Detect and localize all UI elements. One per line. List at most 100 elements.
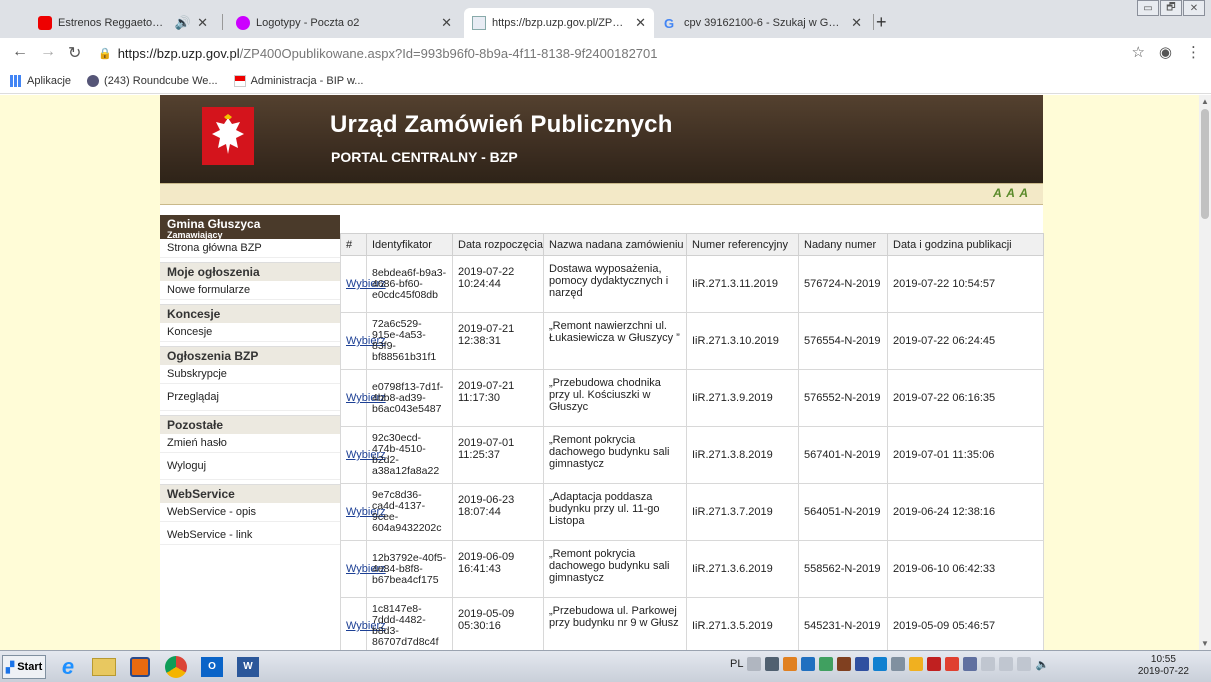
cell-numer-referencyjny: IiR.271.3.7.2019 [686, 483, 799, 541]
bookmark-apps[interactable]: Aplikacje [10, 74, 71, 87]
printer-icon[interactable] [747, 657, 762, 671]
tray-app-icon[interactable] [999, 657, 1014, 671]
wybierz-link[interactable]: Wybierz [340, 597, 386, 650]
page-viewport: Urząd Zamówień Publicznych PORTAL CENTRA… [0, 95, 1199, 650]
tray-app-icon[interactable] [909, 657, 924, 671]
tray-app-icon[interactable] [927, 657, 942, 671]
site-subtitle: PORTAL CENTRALNY - BZP [331, 149, 518, 165]
bookmark-roundcube[interactable]: (243) Roundcube We... [87, 74, 218, 87]
wybierz-link[interactable]: Wybierz [340, 312, 386, 370]
col-header-identyfikator: Identyfikator [366, 233, 453, 256]
speaker-icon[interactable]: 🔊 [175, 15, 191, 31]
outlook-icon[interactable]: O [196, 654, 228, 680]
sidebar-item-zmien-haslo[interactable]: Zmień hasło [160, 434, 340, 453]
cell-identyfikator: 9e7c8d36-ca4d-4137-9cee-604a9432202c [366, 483, 453, 541]
close-icon[interactable]: ✕ [197, 15, 208, 31]
cell-nazwa: „Remont pokrycia dachowego budynku sali … [543, 540, 687, 598]
scroll-down-icon[interactable]: ▼ [1201, 639, 1209, 648]
tray-app-icon[interactable] [783, 657, 798, 671]
cell-numer-referencyjny: IiR.271.3.11.2019 [686, 255, 799, 313]
file-explorer-icon[interactable] [88, 654, 120, 680]
close-icon[interactable]: ✕ [635, 15, 646, 31]
chrome-icon[interactable] [160, 654, 192, 680]
sidebar-item-webservice-link[interactable]: WebService - link [160, 522, 340, 545]
system-clock[interactable]: 10:55 2019-07-22 [1138, 654, 1189, 678]
tray-app-icon[interactable] [765, 657, 780, 671]
sidebar: Gmina Głuszyca Zamawiający Strona główna… [160, 215, 340, 650]
apps-grid-icon [10, 74, 22, 87]
language-indicator[interactable]: PL [730, 658, 743, 670]
cell-nazwa: Dostawa wyposażenia, pomocy dydaktycznyc… [543, 255, 687, 313]
tab-bzp[interactable]: https://bzp.uzp.gov.pl/ZP400Opublikowane… [464, 8, 654, 38]
eagle-icon [212, 114, 244, 154]
polish-eagle-emblem [202, 107, 254, 165]
media-player-icon[interactable] [124, 654, 156, 680]
page-scrollbar[interactable]: ▲ ▼ [1199, 95, 1211, 650]
cell-data-rozpoczecia: 2019-07-01 11:25:37 [452, 426, 544, 484]
start-button[interactable]: ▞ Start [2, 655, 46, 679]
cell-nazwa: „Przebudowa chodnika przy ul. Kościuszki… [543, 369, 687, 427]
tray-app-icon[interactable] [963, 657, 978, 671]
table-row: Wybierz 9e7c8d36-ca4d-4137-9cee-604a9432… [340, 483, 1044, 541]
tray-app-icon[interactable] [837, 657, 852, 671]
forward-icon[interactable]: → [40, 43, 56, 61]
tray-app-icon[interactable] [855, 657, 870, 671]
wybierz-link[interactable]: Wybierz [340, 483, 386, 541]
sidebar-item-home[interactable]: Strona główna BZP [160, 239, 340, 258]
cell-numer-referencyjny: IiR.271.3.6.2019 [686, 540, 799, 598]
wybierz-link[interactable]: Wybierz [340, 426, 386, 484]
wybierz-link[interactable]: Wybierz [340, 540, 386, 598]
close-icon[interactable]: ✕ [851, 15, 862, 31]
table-row: Wybierz 8ebdea6f-b9a3-4686-bf60-e0cdc45f… [340, 255, 1044, 313]
restore-button[interactable]: 🗗 [1160, 0, 1182, 16]
bookmark-bip[interactable]: Administracja - BIP w... [233, 74, 363, 87]
window-controls: ▭ 🗗 ✕ [1137, 0, 1205, 16]
sidebar-item-przegladaj[interactable]: Przeglądaj [160, 384, 340, 411]
word-icon[interactable]: W [232, 654, 264, 680]
tab-google[interactable]: G cpv 39162100-6 - Szukaj w Google ✕ [656, 8, 870, 38]
volume-icon[interactable]: 🔈 [1035, 658, 1049, 671]
roundcube-icon [87, 74, 100, 87]
cell-data-publikacji: 2019-07-22 06:16:35 [887, 369, 1044, 427]
sidebar-item-webservice-opis[interactable]: WebService - opis [160, 503, 340, 522]
wybierz-link[interactable]: Wybierz [340, 255, 386, 313]
close-window-button[interactable]: ✕ [1183, 0, 1205, 16]
internet-explorer-icon[interactable]: e [52, 654, 84, 680]
font-size-toggle[interactable]: A A A [993, 186, 1029, 200]
tab-logotypy[interactable]: Logotypy - Poczta o2 ✕ [228, 8, 460, 38]
back-icon[interactable]: ← [12, 43, 28, 61]
google-icon: G [664, 16, 675, 31]
sidebar-item-wyloguj[interactable]: Wyloguj [160, 453, 340, 480]
cell-nadany-numer: 576552-N-2019 [798, 369, 888, 427]
tab-reggaeton[interactable]: Estrenos Reggaeton y Música Urbana 🔊 ✕ [30, 8, 216, 38]
scrollbar-thumb[interactable] [1201, 109, 1209, 219]
sidebar-heading-moje-ogloszenia: Moje ogłoszenia [160, 262, 340, 281]
tray-app-icon[interactable] [891, 657, 906, 671]
profile-icon[interactable]: ◉ [1159, 43, 1172, 61]
tray-app-icon[interactable] [819, 657, 834, 671]
menu-icon[interactable]: ⋮ [1186, 43, 1201, 61]
star-icon[interactable]: ☆ [1131, 43, 1144, 61]
sidebar-item-subskrypcje[interactable]: Subskrypcje [160, 365, 340, 384]
new-tab-button[interactable]: + [876, 12, 887, 33]
scroll-up-icon[interactable]: ▲ [1201, 97, 1209, 106]
tray-app-icon[interactable] [801, 657, 816, 671]
close-icon[interactable]: ✕ [441, 15, 452, 31]
table-row: Wybierz 1c8147e8-7ddd-4482-b8d3-86707d7d… [340, 597, 1044, 650]
tray-app-icon[interactable] [945, 657, 960, 671]
table-row: Wybierz 92c30ecd-474b-4510-b2d2-a38a12fa… [340, 426, 1044, 484]
reload-icon[interactable]: ↻ [68, 43, 81, 63]
minimize-button[interactable]: ▭ [1137, 0, 1159, 16]
url-input[interactable]: 🔒 https://bzp.uzp.gov.pl/ZP400Opublikowa… [98, 42, 1138, 64]
youtube-icon [38, 16, 52, 30]
sidebar-item-koncesje[interactable]: Koncesje [160, 323, 340, 342]
sidebar-item-nowe-formularze[interactable]: Nowe formularze [160, 281, 340, 300]
cell-data-publikacji: 2019-07-01 11:35:06 [887, 426, 1044, 484]
network-icon[interactable] [1017, 657, 1032, 671]
flag-icon[interactable] [981, 657, 996, 671]
site-banner: Urząd Zamówień Publicznych PORTAL CENTRA… [160, 95, 1043, 183]
tray-app-icon[interactable] [873, 657, 888, 671]
cell-numer-referencyjny: IiR.271.3.10.2019 [686, 312, 799, 370]
organization-header: Gmina Głuszyca Zamawiający [160, 215, 340, 240]
wybierz-link[interactable]: Wybierz [340, 369, 386, 427]
